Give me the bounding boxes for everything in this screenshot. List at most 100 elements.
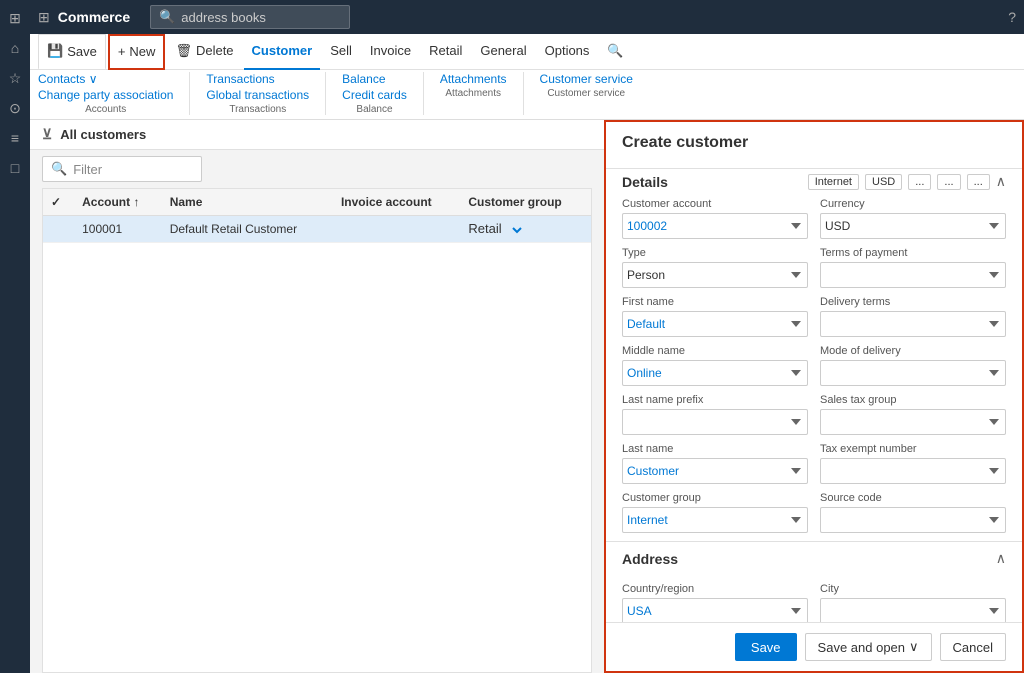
list-toolbar: ⊻ All customers [30, 120, 604, 150]
filter-icon[interactable]: ⊻ [42, 126, 52, 143]
filter-placeholder: Filter [73, 162, 102, 177]
balance-group: Balance Credit cards Balance [342, 72, 424, 115]
address-section-title: Address [622, 551, 678, 567]
middle-name-label: Middle name [622, 345, 808, 357]
form-row-4: Middle name Online Mode of delivery [622, 345, 1006, 386]
sales-tax-group-select[interactable] [820, 409, 1006, 435]
col-customer-group[interactable]: Customer group [460, 189, 591, 216]
balance-label: Balance [342, 104, 407, 115]
attachments-label: Attachments [440, 88, 507, 99]
mode-of-delivery-select[interactable] [820, 360, 1006, 386]
nav-icon-5[interactable]: □ [1, 154, 29, 182]
form-row-3: First name Default Delivery terms [622, 296, 1006, 337]
cell-account: 100001 [74, 216, 162, 243]
credit-cards-link[interactable]: Credit cards [342, 88, 407, 102]
save-tab-button[interactable]: 💾 Save [38, 34, 106, 70]
customer-tab-button[interactable]: Customer [244, 34, 321, 70]
details-link-3[interactable]: ... [908, 174, 931, 190]
form-row-6: Last name Customer Tax exempt number [622, 443, 1006, 484]
source-code-label: Source code [820, 492, 1006, 504]
retail-tab-button[interactable]: Retail [421, 34, 470, 70]
apps-icon[interactable]: ⊞ [38, 9, 50, 26]
create-customer-panel: Create customer Details Internet USD ...… [604, 120, 1024, 673]
tax-exempt-number-select[interactable] [820, 458, 1006, 484]
customer-account-select[interactable]: 100002 [622, 213, 808, 239]
col-account[interactable]: Account ↑ [74, 189, 162, 216]
grid-icon[interactable]: ⊞ [1, 4, 29, 32]
attachments-link[interactable]: Attachments [440, 72, 507, 86]
form-row-1: Customer account 100002 Currency USD [622, 198, 1006, 239]
transactions-link[interactable]: Transactions [206, 72, 309, 86]
delete-tab-button[interactable]: 🗑 Delete [167, 34, 241, 70]
type-field: Type Person [622, 247, 808, 288]
city-select[interactable] [820, 598, 1006, 622]
internet-link[interactable]: Internet [808, 174, 859, 190]
currency-select[interactable]: USD [820, 213, 1006, 239]
collapse-address-button[interactable]: ∧ [996, 550, 1006, 567]
clock-icon[interactable]: ⊙ [1, 94, 29, 122]
col-invoice-account[interactable]: Invoice account [333, 189, 460, 216]
cell-invoice-account [333, 216, 460, 243]
cancel-button[interactable]: Cancel [940, 633, 1006, 661]
balance-link[interactable]: Balance [342, 72, 407, 86]
last-name-label: Last name [622, 443, 808, 455]
details-section-title: Details [622, 174, 668, 190]
address-section-header: Address ∧ [606, 541, 1022, 575]
search-ribbon-icon[interactable]: 🔍 [599, 34, 631, 70]
save-button[interactable]: Save [735, 633, 797, 661]
contacts-link[interactable]: Contacts ∨ [38, 72, 173, 86]
invoice-tab-button[interactable]: Invoice [362, 34, 419, 70]
menu-icon[interactable]: ≡ [1, 124, 29, 152]
source-code-field: Source code [820, 492, 1006, 533]
help-icon[interactable]: ? [1008, 9, 1016, 25]
change-party-link[interactable]: Change party association [38, 88, 173, 102]
star-icon[interactable]: ☆ [1, 64, 29, 92]
country-region-select[interactable]: USA [622, 598, 808, 622]
first-name-field: First name Default [622, 296, 808, 337]
sales-tax-group-field: Sales tax group [820, 394, 1006, 435]
panel-title: Create customer [622, 134, 1006, 152]
general-tab-button[interactable]: General [472, 34, 534, 70]
new-tab-button[interactable]: + New [108, 34, 166, 70]
customer-service-link[interactable]: Customer service [540, 72, 633, 86]
list-title: All customers [60, 127, 146, 142]
customer-group-select[interactable]: Internet [622, 507, 808, 533]
form-body: Customer account 100002 Currency USD [606, 198, 1022, 622]
save-and-open-button[interactable]: Save and open ∨ [805, 633, 932, 661]
home-icon[interactable]: ⌂ [1, 34, 29, 62]
source-code-select[interactable] [820, 507, 1006, 533]
sell-tab-button[interactable]: Sell [322, 34, 360, 70]
form-row-2: Type Person Terms of payment [622, 247, 1006, 288]
mode-of-delivery-field: Mode of delivery [820, 345, 1006, 386]
filter-search-icon: 🔍 [51, 161, 67, 177]
usd-link[interactable]: USD [865, 174, 902, 190]
city-label: City [820, 583, 1006, 595]
top-bar: ⊞ Commerce 🔍 address books ? [30, 0, 1024, 34]
middle-name-select[interactable]: Online [622, 360, 808, 386]
accounts-group: Contacts ∨ Change party association Acco… [38, 72, 190, 115]
terms-of-payment-select[interactable] [820, 262, 1006, 288]
sales-tax-group-label: Sales tax group [820, 394, 1006, 406]
search-box[interactable]: 🔍 address books [150, 5, 350, 29]
left-navigation: ⊞ ⌂ ☆ ⊙ ≡ □ [0, 0, 30, 673]
table-row[interactable]: 100001 Default Retail Customer Retail [43, 216, 591, 243]
last-name-prefix-select[interactable] [622, 409, 808, 435]
col-name[interactable]: Name [162, 189, 333, 216]
customer-group-inline-select[interactable] [505, 223, 525, 237]
first-name-select[interactable]: Default [622, 311, 808, 337]
details-links: Internet USD ... ... ... ∧ [808, 173, 1006, 190]
accounts-label: Accounts [38, 104, 173, 115]
filter-box[interactable]: 🔍 Filter [42, 156, 202, 182]
type-select[interactable]: Person [622, 262, 808, 288]
content-area: ⊻ All customers 🔍 Filter ✓ Account ↑ Nam… [30, 120, 1024, 673]
collapse-details-button[interactable]: ∧ [996, 173, 1006, 190]
mode-of-delivery-label: Mode of delivery [820, 345, 1006, 357]
details-link-5[interactable]: ... [967, 174, 990, 190]
last-name-select[interactable]: Customer [622, 458, 808, 484]
details-link-4[interactable]: ... [937, 174, 960, 190]
delivery-terms-select[interactable] [820, 311, 1006, 337]
global-transactions-link[interactable]: Global transactions [206, 88, 309, 102]
options-tab-button[interactable]: Options [537, 34, 598, 70]
middle-name-field: Middle name Online [622, 345, 808, 386]
form-row-7: Customer group Internet Source code [622, 492, 1006, 533]
